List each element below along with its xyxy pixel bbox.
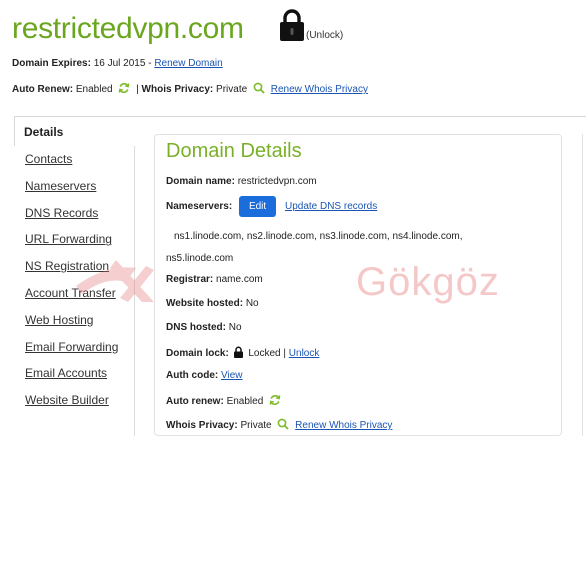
whois-detail-label: Whois Privacy: [166, 420, 238, 431]
sidebar-item-email-accounts[interactable]: Email Accounts [25, 366, 107, 380]
right-panel-edge [582, 134, 586, 436]
renew-whois-detail-link[interactable]: Renew Whois Privacy [295, 420, 392, 431]
edit-button[interactable]: Edit [238, 196, 277, 217]
whois-detail-value: Private [240, 420, 272, 431]
sidebar-item-web-hosting[interactable]: Web Hosting [25, 313, 93, 327]
lock-icon [233, 346, 243, 358]
domain-lock-value: Locked [248, 348, 281, 359]
search-icon [253, 82, 265, 94]
separator: | [283, 348, 286, 359]
dns-hosted-value: No [228, 322, 242, 333]
domain-name-value: restrictedvpn.com [237, 176, 317, 187]
auto-renew-detail-label: Auto renew: [166, 396, 224, 407]
sidebar-item-url-forwarding[interactable]: URL Forwarding [25, 232, 112, 246]
expires-label: Domain Expires: [12, 58, 91, 69]
unlock-link[interactable]: Unlock [289, 348, 320, 359]
panel-title: Domain Details [166, 140, 302, 162]
search-icon [277, 418, 290, 430]
whois-value: Private [216, 84, 248, 95]
tab-details[interactable]: Details [14, 116, 134, 146]
sidebar-item-website-builder[interactable]: Website Builder [25, 393, 109, 407]
auto-renew-label: Auto Renew: [12, 84, 74, 95]
dns-hosted-label: DNS hosted: [166, 322, 226, 333]
expires-line: Domain Expires: 16 Jul 2015 - Renew Doma… [12, 58, 223, 69]
dns-hosted-row: DNS hosted: No [166, 322, 242, 333]
unlock-label[interactable]: (Unlock) [306, 30, 343, 41]
watermark-logo [76, 260, 154, 302]
tabs-divider [134, 116, 586, 117]
sidebar-item-dns-records[interactable]: DNS Records [25, 206, 98, 220]
view-auth-code-link[interactable]: View [221, 370, 243, 381]
domain-title: restrictedvpn.com [12, 12, 244, 45]
renew-domain-link[interactable]: Renew Domain [154, 58, 222, 69]
sidebar-item-email-forwarding[interactable]: Email Forwarding [25, 340, 118, 354]
renew-whois-link[interactable]: Renew Whois Privacy [271, 84, 368, 95]
refresh-icon [269, 394, 281, 406]
auth-code-label: Auth code: [166, 370, 219, 381]
website-hosted-row: Website hosted: No [166, 298, 259, 309]
auto-renew-line: Auto Renew: Enabled | Whois Privacy: Pri… [12, 82, 368, 95]
separator: | [136, 84, 139, 95]
registrar-label: Registrar: [166, 274, 214, 285]
sidebar-item-contacts[interactable]: Contacts [25, 152, 72, 166]
lock-icon[interactable] [278, 8, 306, 42]
watermark-text: Gökgöz [356, 260, 500, 304]
registrar-value: name.com [216, 274, 263, 285]
whois-privacy-row: Whois Privacy: Private Renew Whois Priva… [166, 418, 392, 431]
nameservers-label: Nameservers: [166, 201, 233, 213]
auth-code-row: Auth code: View [166, 370, 243, 381]
website-hosted-value: No [245, 298, 259, 309]
registrar-row: Registrar: name.com [166, 274, 263, 285]
update-dns-link[interactable]: Update DNS records [285, 201, 377, 212]
nameservers-list-line-1: ns1.linode.com, ns2.linode.com, ns3.lino… [174, 231, 463, 242]
website-hosted-label: Website hosted: [166, 298, 244, 309]
domain-name-label: Domain name: [166, 176, 235, 187]
expires-date: 16 Jul 2015 - [93, 58, 152, 69]
nameservers-row: Nameservers: Edit Update DNS records [166, 196, 377, 217]
domain-lock-row: Domain lock: Locked | Unlock [166, 346, 319, 359]
refresh-icon [119, 82, 130, 94]
auto-renew-row: Auto renew: Enabled [166, 394, 284, 407]
sidebar-item-nameservers[interactable]: Nameservers [25, 179, 96, 193]
domain-name-row: Domain name: restrictedvpn.com [166, 176, 317, 187]
auto-renew-detail-value: Enabled [226, 396, 264, 407]
auto-renew-value: Enabled [75, 84, 113, 95]
whois-label: Whois Privacy: [141, 84, 214, 95]
domain-lock-label: Domain lock: [166, 348, 229, 359]
